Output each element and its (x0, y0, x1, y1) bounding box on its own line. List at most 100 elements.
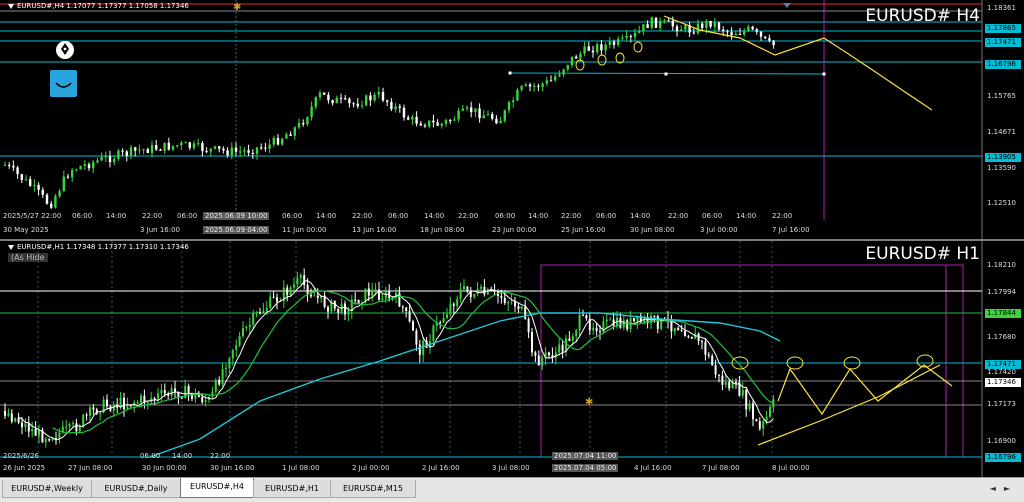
h4-candle-body (621, 37, 624, 39)
h4-candle-body (575, 56, 578, 59)
h1-candle-body (174, 388, 176, 392)
h1-candle-body (180, 397, 183, 399)
h4-candle-body (100, 156, 103, 161)
h4-candle-body (264, 147, 267, 149)
h4-candle-body (407, 117, 410, 120)
as-hide-label[interactable]: (As Hide (8, 253, 48, 262)
h4-candle-body (29, 179, 32, 186)
h4-candle-body (491, 114, 494, 119)
h1-candle-body (238, 336, 241, 346)
h4-chart-canvas[interactable]: ✱ (0, 0, 1024, 239)
h4-candle-body (66, 176, 70, 178)
h4-candle-body (566, 64, 569, 70)
h1-candle-body (160, 390, 163, 394)
h1-time-label: 2025.07.04 11:00 (552, 452, 619, 460)
h1-candle-body (4, 411, 6, 416)
h4-candle-body (8, 164, 11, 166)
h4-annotation-loop (633, 41, 643, 53)
h4-candle-body (226, 150, 229, 156)
h4-candle-body (612, 41, 616, 45)
h4-candle-body (192, 143, 196, 148)
h1-candle-body (748, 403, 751, 410)
h4-candle-body (50, 203, 53, 208)
h1-candle-body (259, 312, 261, 314)
h1-candle-body (605, 319, 608, 322)
tab-scroll-buttons[interactable]: ◄► (990, 484, 1018, 493)
h1-candle-body (17, 418, 20, 423)
h4-candle-body (722, 29, 725, 32)
h4-candle-body (596, 44, 599, 53)
h1-candle-body (690, 336, 693, 339)
tab-weekly[interactable]: EURUSD#,Weekly (2, 480, 92, 498)
h1-candle-body (476, 288, 479, 295)
h4-candle-body (549, 80, 553, 82)
h1-candle-body (578, 314, 581, 331)
h4-candle-body (281, 138, 284, 145)
h4-candle-body (260, 147, 263, 149)
h4-candle-body (247, 150, 250, 153)
h1-chart-canvas[interactable]: ✱ (0, 241, 1024, 477)
h4-ohlc-text: EURUSD#,H4 1.17077 1.17377 1.17058 1.173… (17, 2, 189, 10)
h4-candle-body (222, 148, 225, 151)
h1-candle-body (677, 327, 680, 331)
h4-time-label: 14:00 (106, 212, 127, 220)
h4-candle-body (617, 38, 620, 45)
h1-candle-body (439, 322, 442, 324)
h1-chart-panel[interactable]: ✱ EURUSD#,H1 1.17348 1.17377 1.17310 1.1… (0, 241, 1024, 477)
h4-candle-body (96, 160, 99, 163)
h4-candle-body (134, 147, 137, 151)
h4-candle-body (680, 29, 683, 32)
h1-candle-body (517, 306, 520, 309)
h1-candle-body (235, 345, 238, 350)
h4-candle-body (125, 151, 128, 156)
h4-annotation-loop (597, 54, 607, 66)
h1-price-label: 1.18210 (987, 261, 1016, 269)
h4-time-label: 06:00 (495, 212, 516, 220)
tab-h1[interactable]: EURUSD#,H1 (253, 480, 331, 498)
h4-candle-body (188, 142, 191, 148)
fountain-pen-icon[interactable] (55, 40, 75, 60)
h4-candle-body (155, 145, 158, 150)
h1-candle-body (595, 327, 598, 332)
h1-candle-body (565, 338, 567, 352)
h4-chart-panel[interactable]: ✱ EURUSD#,H4 1.17077 1.17377 1.17058 1.1… (0, 0, 1024, 239)
tab-m15[interactable]: EURUSD#,M15 (330, 480, 416, 498)
h4-candle-body (453, 119, 456, 121)
h1-candle-body (27, 423, 30, 432)
h1-candle-body (204, 400, 207, 403)
h4-candle-body (323, 92, 326, 95)
tab-daily[interactable]: EURUSD#,Daily (91, 480, 181, 498)
h4-candle-body (339, 97, 343, 99)
h1-candle-body (354, 299, 357, 301)
h4-candle-body (667, 20, 670, 22)
h1-candle-body (136, 402, 139, 404)
h1-candle-body (541, 357, 544, 366)
h4-candle-body (377, 91, 380, 95)
h1-candle-body (531, 332, 533, 353)
h4-candle-body (163, 142, 166, 151)
h4-candle-body (768, 38, 771, 41)
h4-candle-body (717, 22, 721, 30)
h1-candle-body (619, 317, 622, 328)
h4-time-label: 23 Jun 00:00 (492, 226, 537, 234)
h1-candle-body (449, 303, 452, 315)
h1-candle-body (673, 327, 676, 332)
smile-icon[interactable] (50, 70, 77, 97)
h4-candle-body (381, 91, 385, 101)
h1-candle-body (527, 318, 530, 333)
h1-candle-body (170, 388, 173, 396)
h4-candle-body (415, 116, 418, 124)
h1-time-label: 8 Jul 00:00 (772, 464, 810, 472)
h1-candle-body (48, 439, 51, 441)
h1-candle-body (31, 428, 34, 432)
tab-h4[interactable]: EURUSD#,H4 (180, 478, 254, 498)
h4-candle-body (12, 165, 15, 168)
h1-candle-body (432, 325, 435, 341)
h4-candle-body (87, 164, 91, 169)
h1-candle-body (44, 439, 47, 443)
h4-candle-body (75, 169, 78, 171)
h4-time-label: 22:00 (458, 212, 479, 220)
h4-candle-body (633, 32, 637, 37)
h4-candle-body (45, 194, 49, 204)
h4-time-label: 06:00 (702, 212, 723, 220)
